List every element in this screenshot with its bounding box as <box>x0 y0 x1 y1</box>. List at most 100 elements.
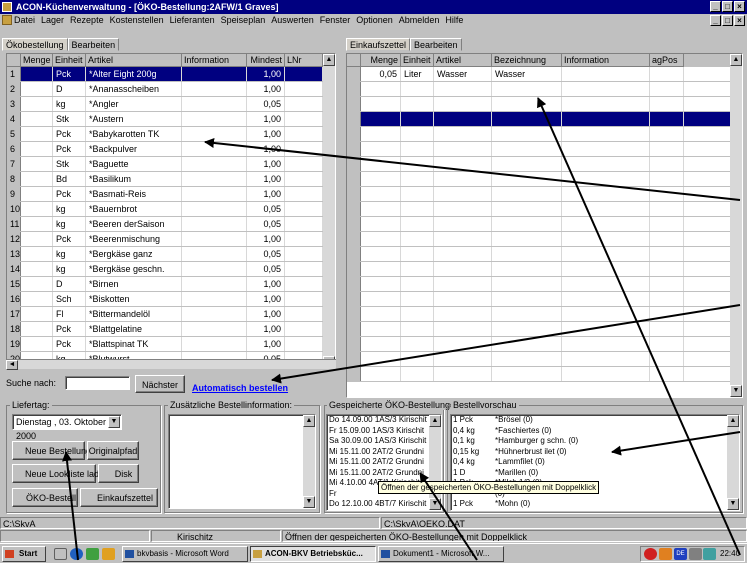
list-item[interactable]: 1 Fl*Olivenöl no mal (0) <box>451 510 739 511</box>
cell-einheit[interactable]: Stk <box>53 112 86 126</box>
table-cell[interactable] <box>650 202 684 216</box>
article-grid[interactable]: Menge Einheit Artikel Information Mindes… <box>6 53 336 369</box>
cell-lnr[interactable] <box>285 232 323 246</box>
cell-artikel[interactable]: *Blattspinat TK <box>86 337 182 351</box>
taskbar-item-word-dokument1[interactable]: Dokument1 - Microsoft W... <box>378 546 504 562</box>
table-cell[interactable] <box>361 337 401 351</box>
table-row[interactable]: 12 Pck *Beerenmischung 1,00 <box>7 232 335 247</box>
cell-lnr[interactable] <box>285 322 323 336</box>
table-row[interactable]: 2 D *Ananasscheiben 1,00 <box>7 82 335 97</box>
table-cell[interactable] <box>434 82 492 96</box>
table-cell[interactable] <box>492 127 562 141</box>
table-cell[interactable] <box>562 202 650 216</box>
window-titlebar[interactable]: ACON-Küchenverwaltung - [ÖKO-Bestellung:… <box>0 0 747 14</box>
table-row[interactable] <box>347 352 742 367</box>
table-cell[interactable] <box>361 322 401 336</box>
cell-mindest[interactable]: 1,00 <box>247 277 285 291</box>
table-cell[interactable] <box>401 187 434 201</box>
table-cell[interactable] <box>650 82 684 96</box>
cell-information[interactable] <box>562 67 650 81</box>
table-row[interactable]: 10 kg *Bauernbrot 0,05 <box>7 202 335 217</box>
shopping-list-scrollbar[interactable]: ▲ ▼ <box>730 54 742 397</box>
table-cell[interactable] <box>434 217 492 231</box>
table-cell[interactable] <box>650 172 684 186</box>
table-cell[interactable] <box>492 277 562 291</box>
cell-einheit[interactable]: Pck <box>53 187 86 201</box>
list-item[interactable]: Mi 15.11.00 2AT/2 Grundni <box>327 468 441 479</box>
cell-lnr[interactable] <box>285 262 323 276</box>
cell-artikel[interactable]: *Basilikum <box>86 172 182 186</box>
table-cell[interactable] <box>361 202 401 216</box>
table-row[interactable]: 3 kg *Angler 0,05 <box>7 97 335 112</box>
table-cell[interactable] <box>492 322 562 336</box>
cell-lnr[interactable] <box>285 217 323 231</box>
table-cell[interactable] <box>650 97 684 111</box>
cell-einheit[interactable]: kg <box>53 97 86 111</box>
table-cell[interactable] <box>650 322 684 336</box>
cell-artikel[interactable]: *Bergkäse ganz <box>86 247 182 261</box>
table-cell[interactable] <box>492 187 562 201</box>
table-row[interactable]: 14 kg *Bergkäse geschn. 0,05 <box>7 262 335 277</box>
cell-einheit[interactable]: Bd <box>53 172 86 186</box>
table-row[interactable]: 13 kg *Bergkäse ganz 0,05 <box>7 247 335 262</box>
cell-lnr[interactable] <box>285 97 323 111</box>
col-mindest[interactable]: Mindest <box>247 54 285 67</box>
table-cell[interactable] <box>361 112 401 126</box>
order-preview-scrollbar[interactable]: ▲ ▼ <box>727 415 739 510</box>
menu-kostenstellen[interactable]: Kostenstellen <box>110 14 164 27</box>
cell-lnr[interactable] <box>285 142 323 156</box>
list-item[interactable]: Do 14.09.00 1AS/3 Kirischit <box>327 415 441 426</box>
cell-lnr[interactable] <box>285 157 323 171</box>
table-row[interactable]: 8 Bd *Basilikum 1,00 <box>7 172 335 187</box>
table-cell[interactable] <box>562 127 650 141</box>
cell-menge[interactable] <box>21 82 53 96</box>
tab-bearbeiten-left[interactable]: Bearbeiten <box>67 38 120 51</box>
cell-mindest[interactable]: 1,00 <box>247 292 285 306</box>
cell-lnr[interactable] <box>285 292 323 306</box>
table-cell[interactable] <box>361 127 401 141</box>
saved-orders-scrollbar[interactable]: ▲ ▼ <box>429 415 441 510</box>
order-preview-list[interactable]: 1 Pck *Brösel (0) 0,4 kg *Faschiertes (0) 0,… <box>450 414 740 511</box>
table-cell[interactable] <box>562 82 650 96</box>
table-cell[interactable] <box>562 367 650 381</box>
menu-fenster[interactable]: Fenster <box>320 14 351 27</box>
scroll-down-arrow-icon[interactable]: ▼ <box>429 498 441 510</box>
table-cell[interactable] <box>562 247 650 261</box>
shopping-list-grid[interactable]: Menge Einheit Artikel Bezeichnung Inform… <box>346 53 743 398</box>
table-row[interactable] <box>347 367 742 382</box>
table-cell[interactable] <box>434 352 492 366</box>
col-sl-agpos[interactable]: agPos <box>650 54 684 67</box>
cell-menge[interactable] <box>21 172 53 186</box>
cell-menge[interactable] <box>21 97 53 111</box>
menu-lieferanten[interactable]: Lieferanten <box>170 14 215 27</box>
table-cell[interactable] <box>401 352 434 366</box>
cell-artikel[interactable]: *Birnen <box>86 277 182 291</box>
cell-einheit[interactable]: kg <box>53 262 86 276</box>
cell-menge[interactable] <box>21 142 53 156</box>
table-cell[interactable] <box>650 232 684 246</box>
table-cell[interactable] <box>650 142 684 156</box>
col-lnr[interactable]: LNr <box>285 54 323 67</box>
table-cell[interactable] <box>401 127 434 141</box>
table-cell[interactable] <box>361 217 401 231</box>
table-cell[interactable] <box>361 277 401 291</box>
disk-button[interactable]: Disk <box>98 464 139 483</box>
cell-bezeichnung[interactable]: Wasser <box>492 67 562 81</box>
cell-artikel[interactable]: *Beeren derSaison <box>86 217 182 231</box>
scroll-up-arrow-icon[interactable]: ▲ <box>730 54 742 66</box>
table-cell[interactable] <box>562 352 650 366</box>
table-row[interactable] <box>347 157 742 172</box>
table-cell[interactable] <box>434 142 492 156</box>
cell-mindest[interactable]: 1,00 <box>247 67 285 81</box>
list-item[interactable]: Sa 30.09.00 1AS/3 Kirischit <box>327 436 441 447</box>
table-cell[interactable] <box>562 262 650 276</box>
table-cell[interactable] <box>361 292 401 306</box>
table-cell[interactable] <box>401 112 434 126</box>
table-cell[interactable] <box>361 352 401 366</box>
table-cell[interactable] <box>650 187 684 201</box>
cell-einheit[interactable]: D <box>53 82 86 96</box>
table-cell[interactable] <box>434 112 492 126</box>
cell-mindest[interactable]: 1,00 <box>247 337 285 351</box>
new-order-button[interactable]: Neue Bestellung <box>12 441 91 460</box>
cell-lnr[interactable] <box>285 127 323 141</box>
